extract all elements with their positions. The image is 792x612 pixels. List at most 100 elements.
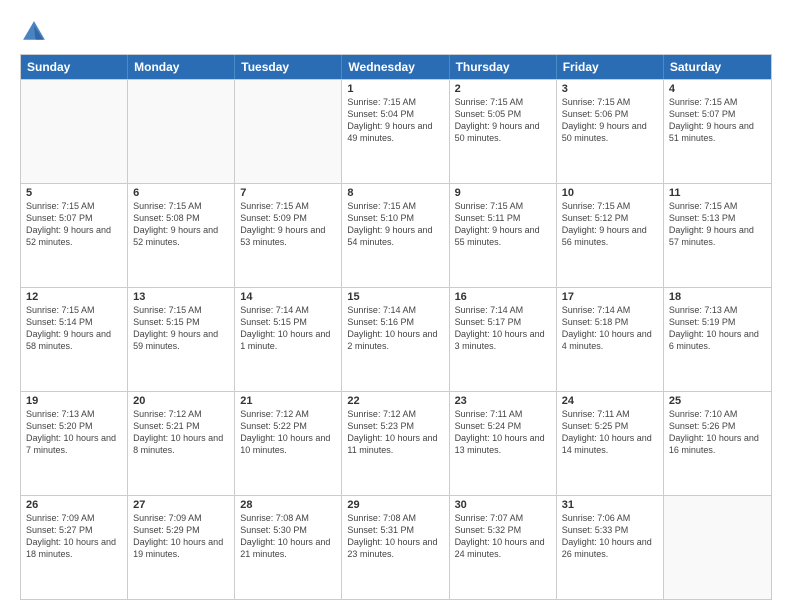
day-number: 30 (455, 499, 551, 511)
calendar-cell (235, 80, 342, 183)
calendar-cell: 7Sunrise: 7:15 AMSunset: 5:09 PMDaylight… (235, 184, 342, 287)
page: SundayMondayTuesdayWednesdayThursdayFrid… (0, 0, 792, 612)
calendar-cell: 2Sunrise: 7:15 AMSunset: 5:05 PMDaylight… (450, 80, 557, 183)
calendar-cell: 21Sunrise: 7:12 AMSunset: 5:22 PMDayligh… (235, 392, 342, 495)
logo (20, 18, 52, 46)
calendar-cell: 15Sunrise: 7:14 AMSunset: 5:16 PMDayligh… (342, 288, 449, 391)
calendar-cell: 4Sunrise: 7:15 AMSunset: 5:07 PMDaylight… (664, 80, 771, 183)
calendar-week-4: 19Sunrise: 7:13 AMSunset: 5:20 PMDayligh… (21, 391, 771, 495)
day-info: Sunrise: 7:09 AMSunset: 5:29 PMDaylight:… (133, 512, 229, 561)
day-info: Sunrise: 7:11 AMSunset: 5:25 PMDaylight:… (562, 408, 658, 457)
day-info: Sunrise: 7:08 AMSunset: 5:30 PMDaylight:… (240, 512, 336, 561)
day-number: 4 (669, 83, 766, 95)
calendar-cell (128, 80, 235, 183)
day-info: Sunrise: 7:06 AMSunset: 5:33 PMDaylight:… (562, 512, 658, 561)
day-info: Sunrise: 7:14 AMSunset: 5:18 PMDaylight:… (562, 304, 658, 353)
day-number: 20 (133, 395, 229, 407)
calendar-cell: 25Sunrise: 7:10 AMSunset: 5:26 PMDayligh… (664, 392, 771, 495)
day-info: Sunrise: 7:10 AMSunset: 5:26 PMDaylight:… (669, 408, 766, 457)
day-number: 5 (26, 187, 122, 199)
day-of-week-monday: Monday (128, 55, 235, 79)
calendar-cell: 14Sunrise: 7:14 AMSunset: 5:15 PMDayligh… (235, 288, 342, 391)
logo-icon (20, 18, 48, 46)
calendar: SundayMondayTuesdayWednesdayThursdayFrid… (20, 54, 772, 600)
calendar-body: 1Sunrise: 7:15 AMSunset: 5:04 PMDaylight… (21, 79, 771, 599)
calendar-cell: 24Sunrise: 7:11 AMSunset: 5:25 PMDayligh… (557, 392, 664, 495)
day-number: 21 (240, 395, 336, 407)
calendar-cell: 17Sunrise: 7:14 AMSunset: 5:18 PMDayligh… (557, 288, 664, 391)
day-number: 22 (347, 395, 443, 407)
calendar-cell: 23Sunrise: 7:11 AMSunset: 5:24 PMDayligh… (450, 392, 557, 495)
day-info: Sunrise: 7:15 AMSunset: 5:07 PMDaylight:… (26, 200, 122, 249)
day-info: Sunrise: 7:12 AMSunset: 5:22 PMDaylight:… (240, 408, 336, 457)
day-number: 1 (347, 83, 443, 95)
day-info: Sunrise: 7:11 AMSunset: 5:24 PMDaylight:… (455, 408, 551, 457)
day-number: 29 (347, 499, 443, 511)
day-info: Sunrise: 7:15 AMSunset: 5:15 PMDaylight:… (133, 304, 229, 353)
day-of-week-wednesday: Wednesday (342, 55, 449, 79)
day-info: Sunrise: 7:14 AMSunset: 5:17 PMDaylight:… (455, 304, 551, 353)
calendar-week-3: 12Sunrise: 7:15 AMSunset: 5:14 PMDayligh… (21, 287, 771, 391)
day-of-week-thursday: Thursday (450, 55, 557, 79)
day-info: Sunrise: 7:15 AMSunset: 5:11 PMDaylight:… (455, 200, 551, 249)
calendar-cell: 12Sunrise: 7:15 AMSunset: 5:14 PMDayligh… (21, 288, 128, 391)
day-number: 14 (240, 291, 336, 303)
calendar-cell: 11Sunrise: 7:15 AMSunset: 5:13 PMDayligh… (664, 184, 771, 287)
day-info: Sunrise: 7:14 AMSunset: 5:16 PMDaylight:… (347, 304, 443, 353)
calendar-cell: 9Sunrise: 7:15 AMSunset: 5:11 PMDaylight… (450, 184, 557, 287)
calendar-cell: 10Sunrise: 7:15 AMSunset: 5:12 PMDayligh… (557, 184, 664, 287)
calendar-cell: 16Sunrise: 7:14 AMSunset: 5:17 PMDayligh… (450, 288, 557, 391)
day-of-week-saturday: Saturday (664, 55, 771, 79)
day-info: Sunrise: 7:13 AMSunset: 5:20 PMDaylight:… (26, 408, 122, 457)
day-info: Sunrise: 7:15 AMSunset: 5:14 PMDaylight:… (26, 304, 122, 353)
day-info: Sunrise: 7:15 AMSunset: 5:10 PMDaylight:… (347, 200, 443, 249)
day-number: 31 (562, 499, 658, 511)
calendar-cell: 20Sunrise: 7:12 AMSunset: 5:21 PMDayligh… (128, 392, 235, 495)
calendar-cell: 3Sunrise: 7:15 AMSunset: 5:06 PMDaylight… (557, 80, 664, 183)
calendar-cell (21, 80, 128, 183)
day-number: 17 (562, 291, 658, 303)
calendar-cell: 6Sunrise: 7:15 AMSunset: 5:08 PMDaylight… (128, 184, 235, 287)
calendar-cell: 28Sunrise: 7:08 AMSunset: 5:30 PMDayligh… (235, 496, 342, 599)
calendar-week-2: 5Sunrise: 7:15 AMSunset: 5:07 PMDaylight… (21, 183, 771, 287)
day-info: Sunrise: 7:15 AMSunset: 5:09 PMDaylight:… (240, 200, 336, 249)
day-number: 6 (133, 187, 229, 199)
day-info: Sunrise: 7:15 AMSunset: 5:12 PMDaylight:… (562, 200, 658, 249)
calendar-cell: 27Sunrise: 7:09 AMSunset: 5:29 PMDayligh… (128, 496, 235, 599)
day-number: 7 (240, 187, 336, 199)
day-info: Sunrise: 7:09 AMSunset: 5:27 PMDaylight:… (26, 512, 122, 561)
day-info: Sunrise: 7:15 AMSunset: 5:13 PMDaylight:… (669, 200, 766, 249)
day-of-week-friday: Friday (557, 55, 664, 79)
day-number: 27 (133, 499, 229, 511)
day-number: 13 (133, 291, 229, 303)
day-number: 23 (455, 395, 551, 407)
calendar-week-1: 1Sunrise: 7:15 AMSunset: 5:04 PMDaylight… (21, 79, 771, 183)
day-info: Sunrise: 7:07 AMSunset: 5:32 PMDaylight:… (455, 512, 551, 561)
day-number: 3 (562, 83, 658, 95)
calendar-cell: 8Sunrise: 7:15 AMSunset: 5:10 PMDaylight… (342, 184, 449, 287)
day-number: 11 (669, 187, 766, 199)
header (20, 18, 772, 46)
day-of-week-tuesday: Tuesday (235, 55, 342, 79)
calendar-cell: 30Sunrise: 7:07 AMSunset: 5:32 PMDayligh… (450, 496, 557, 599)
day-info: Sunrise: 7:13 AMSunset: 5:19 PMDaylight:… (669, 304, 766, 353)
day-number: 10 (562, 187, 658, 199)
day-info: Sunrise: 7:15 AMSunset: 5:04 PMDaylight:… (347, 96, 443, 145)
day-of-week-sunday: Sunday (21, 55, 128, 79)
day-info: Sunrise: 7:15 AMSunset: 5:06 PMDaylight:… (562, 96, 658, 145)
calendar-cell: 19Sunrise: 7:13 AMSunset: 5:20 PMDayligh… (21, 392, 128, 495)
calendar-cell: 26Sunrise: 7:09 AMSunset: 5:27 PMDayligh… (21, 496, 128, 599)
day-info: Sunrise: 7:08 AMSunset: 5:31 PMDaylight:… (347, 512, 443, 561)
day-number: 2 (455, 83, 551, 95)
day-number: 15 (347, 291, 443, 303)
day-info: Sunrise: 7:15 AMSunset: 5:05 PMDaylight:… (455, 96, 551, 145)
calendar-cell: 1Sunrise: 7:15 AMSunset: 5:04 PMDaylight… (342, 80, 449, 183)
day-number: 25 (669, 395, 766, 407)
day-number: 18 (669, 291, 766, 303)
day-number: 8 (347, 187, 443, 199)
calendar-cell: 31Sunrise: 7:06 AMSunset: 5:33 PMDayligh… (557, 496, 664, 599)
calendar-cell: 29Sunrise: 7:08 AMSunset: 5:31 PMDayligh… (342, 496, 449, 599)
day-info: Sunrise: 7:15 AMSunset: 5:08 PMDaylight:… (133, 200, 229, 249)
calendar-cell: 18Sunrise: 7:13 AMSunset: 5:19 PMDayligh… (664, 288, 771, 391)
calendar-cell (664, 496, 771, 599)
